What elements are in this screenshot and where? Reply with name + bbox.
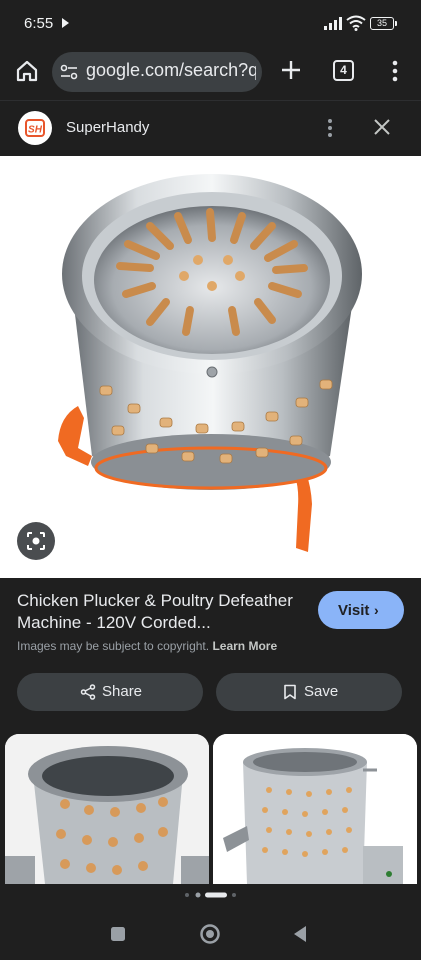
- related-image-2[interactable]: [213, 734, 417, 884]
- wifi-icon: [346, 15, 366, 31]
- tabs-count-button[interactable]: 4: [333, 60, 354, 81]
- learn-more-link[interactable]: Learn More: [212, 639, 277, 653]
- back-triangle-icon[interactable]: [292, 925, 308, 943]
- more-vert-icon[interactable]: [387, 58, 403, 84]
- share-icon: [80, 684, 96, 700]
- image-pager: [0, 884, 421, 906]
- signal-icon: [324, 17, 342, 30]
- save-label: Save: [304, 683, 339, 700]
- play-icon: [62, 18, 69, 28]
- result-title[interactable]: Chicken Plucker & Poultry Defeather Mach…: [17, 590, 307, 634]
- related-plucker-image-2: [213, 734, 417, 884]
- visit-label: Visit: [338, 602, 370, 619]
- tune-icon[interactable]: [60, 64, 78, 80]
- share-label: Share: [102, 683, 143, 700]
- related-plucker-image-1: [5, 734, 209, 884]
- copyright-text: Images may be subject to copyright.: [17, 639, 210, 653]
- home-icon[interactable]: [12, 56, 42, 86]
- new-tab-plus-icon[interactable]: [276, 55, 306, 85]
- source-header: [0, 100, 421, 157]
- bookmark-icon: [284, 684, 296, 700]
- save-button[interactable]: Save: [216, 673, 402, 711]
- close-icon[interactable]: [370, 115, 394, 139]
- product-image[interactable]: [0, 156, 421, 578]
- lens-icon: [27, 532, 45, 550]
- superhandy-logo-icon: SH: [25, 119, 45, 137]
- url-text[interactable]: google.com/search?q: [86, 60, 256, 81]
- status-time: 6:55: [24, 15, 54, 32]
- lens-button[interactable]: [17, 522, 55, 560]
- chicken-plucker-illustration: [58, 174, 362, 552]
- copyright-notice: Images may be subject to copyright. Lear…: [17, 639, 277, 653]
- related-image-1[interactable]: [5, 734, 209, 884]
- chevron-right-icon: ›: [374, 602, 379, 618]
- source-logo[interactable]: SH: [18, 111, 52, 145]
- battery-indicator: 35: [370, 17, 397, 30]
- home-circle-icon[interactable]: [199, 923, 221, 945]
- pager-dots: [185, 892, 236, 898]
- recents-square-icon[interactable]: [110, 926, 126, 942]
- source-name[interactable]: SuperHandy: [66, 119, 149, 136]
- share-button[interactable]: Share: [17, 673, 203, 711]
- source-logo-text: SH: [28, 125, 43, 136]
- source-more-vert-icon[interactable]: [322, 116, 338, 140]
